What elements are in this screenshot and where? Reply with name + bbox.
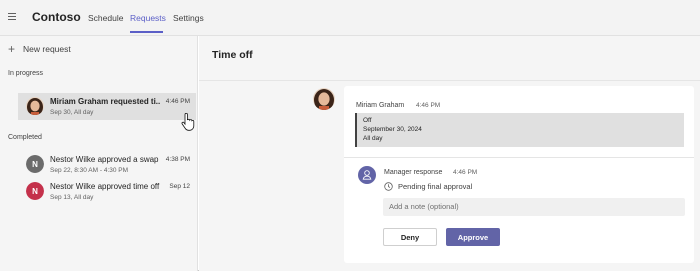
divider <box>344 157 694 158</box>
request-item[interactable]: N Nestor Wilke approved a swap Sep 22, 8… <box>18 151 196 178</box>
divider <box>199 80 700 81</box>
request-item-selected[interactable]: Miriam Graham requested ti... Sep 30, Al… <box>18 93 196 120</box>
deny-button[interactable]: Deny <box>383 228 437 246</box>
time-off-date: September 30, 2024 <box>363 126 422 133</box>
request-time: 4:46 PM <box>165 98 190 105</box>
tab-requests[interactable]: Requests <box>130 13 166 23</box>
new-request-button[interactable]: + New request <box>8 42 71 56</box>
manager-response-time: 4:46 PM <box>453 169 478 176</box>
avatar: N <box>26 182 44 200</box>
request-date: Sep 30, All day <box>50 109 94 116</box>
section-completed: Completed <box>8 134 42 141</box>
avatar <box>313 88 335 110</box>
message-time: 4:46 PM <box>416 102 441 109</box>
sender-name: Miriam Graham <box>356 102 405 109</box>
section-in-progress: In progress <box>8 70 44 77</box>
tab-schedule[interactable]: Schedule <box>88 13 123 23</box>
manager-response-label: Manager response <box>384 169 443 176</box>
request-card: Miriam Graham 4:46 PM Off September 30, … <box>344 86 694 263</box>
request-date: Sep 22, 8:30 AM - 4:30 PM <box>50 167 129 174</box>
new-request-label: New request <box>23 44 71 54</box>
request-date: Sep 13, All day <box>50 194 94 201</box>
hand-cursor-icon <box>181 113 195 131</box>
menu-icon[interactable] <box>8 13 16 21</box>
approve-button[interactable]: Approve <box>446 228 500 246</box>
clock-icon <box>384 182 393 191</box>
avatar: N <box>26 155 44 173</box>
avatar <box>26 97 44 115</box>
time-off-details: Off September 30, 2024 All day <box>355 113 684 147</box>
request-title: Nestor Wilke approved time off <box>50 182 160 191</box>
top-bar: Contoso Schedule Requests Settings <box>0 0 700 36</box>
time-off-duration: All day <box>363 135 383 142</box>
page-title: Time off <box>212 49 253 61</box>
manager-icon <box>358 166 376 184</box>
note-input[interactable]: Add a note (optional) <box>383 198 685 216</box>
app-title: Contoso <box>32 10 81 24</box>
request-item[interactable]: N Nestor Wilke approved time off Sep 13,… <box>18 178 196 205</box>
approval-status: Pending final approval <box>384 182 472 191</box>
request-title: Miriam Graham requested ti... <box>50 97 160 106</box>
plus-icon: + <box>8 42 16 56</box>
time-off-reason: Off <box>363 117 372 124</box>
request-time: 4:38 PM <box>165 156 190 163</box>
active-tab-indicator <box>130 31 163 33</box>
approval-status-text: Pending final approval <box>398 182 473 191</box>
request-title: Nestor Wilke approved a swap <box>50 155 159 164</box>
requests-sidebar: + New request In progress Miriam Graham … <box>0 36 198 271</box>
request-time: Sep 12 <box>169 183 190 190</box>
tab-settings[interactable]: Settings <box>173 13 204 23</box>
